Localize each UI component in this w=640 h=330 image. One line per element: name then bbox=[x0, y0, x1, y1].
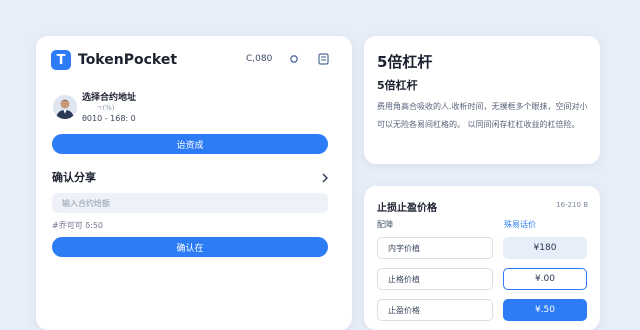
confirm-button[interactable]: 确认在 bbox=[52, 237, 328, 257]
section-title: 确认分享 bbox=[52, 171, 96, 184]
account-address: θ010 - 168: 0 bbox=[82, 114, 136, 123]
amount-input[interactable] bbox=[52, 193, 328, 213]
stop-loss-label: 止格价植 bbox=[377, 268, 493, 290]
stop-loss-value[interactable]: ¥.00 bbox=[503, 268, 587, 290]
take-profit-value[interactable]: ¥.50 bbox=[503, 299, 587, 321]
order-title: 止损止盈价格 bbox=[377, 203, 437, 214]
info-subheading: 5倍杠杆 bbox=[377, 79, 418, 92]
calculator-icon[interactable] bbox=[316, 52, 330, 66]
balance-text: #乔可可 δ:50 bbox=[52, 221, 104, 230]
price-row-value[interactable]: ¥180 bbox=[503, 237, 587, 259]
stop-loss-card: 止损止盈价格 16-210 B 配陣 殊易话价 内字价植 ¥180 止格价植 ¥… bbox=[364, 186, 600, 330]
info-heading: 5倍杠杆 bbox=[377, 53, 433, 71]
primary-button[interactable]: 诒资成 bbox=[52, 134, 328, 154]
info-body: 费用角高合吸收的人.收析时间，无撲框多个眼抹，空间对小可以无险各易间杠格的。 以… bbox=[377, 102, 588, 129]
tokenpocket-logo-icon: T bbox=[51, 50, 71, 70]
column-label-left: 配陣 bbox=[377, 220, 393, 229]
wallet-card: T TokenPocket C,080 选择合约地址 ㄱ(%) θ010 - 1… bbox=[36, 36, 352, 330]
circle-icon[interactable] bbox=[287, 52, 301, 66]
price-row-label: 内字价植 bbox=[377, 237, 493, 259]
brand: T TokenPocket bbox=[51, 50, 177, 70]
header-value: C,080 bbox=[246, 54, 273, 64]
leverage-info-card: 5倍杠杆 5倍杠杆 费用角高合吸收的人.收析时间，无撲框多个眼抹，空间对小可以无… bbox=[364, 36, 600, 164]
column-label-right: 殊易话价 bbox=[504, 220, 536, 229]
brand-name: TokenPocket bbox=[78, 52, 178, 68]
account-subtitle: ㄱ(%) bbox=[96, 104, 115, 112]
account-title: 选择合约地址 bbox=[82, 93, 137, 103]
order-range: 16-210 B bbox=[556, 201, 588, 209]
take-profit-label: 止盈价格 bbox=[377, 299, 493, 321]
avatar bbox=[53, 95, 77, 119]
chevron-right-icon[interactable] bbox=[320, 169, 330, 183]
